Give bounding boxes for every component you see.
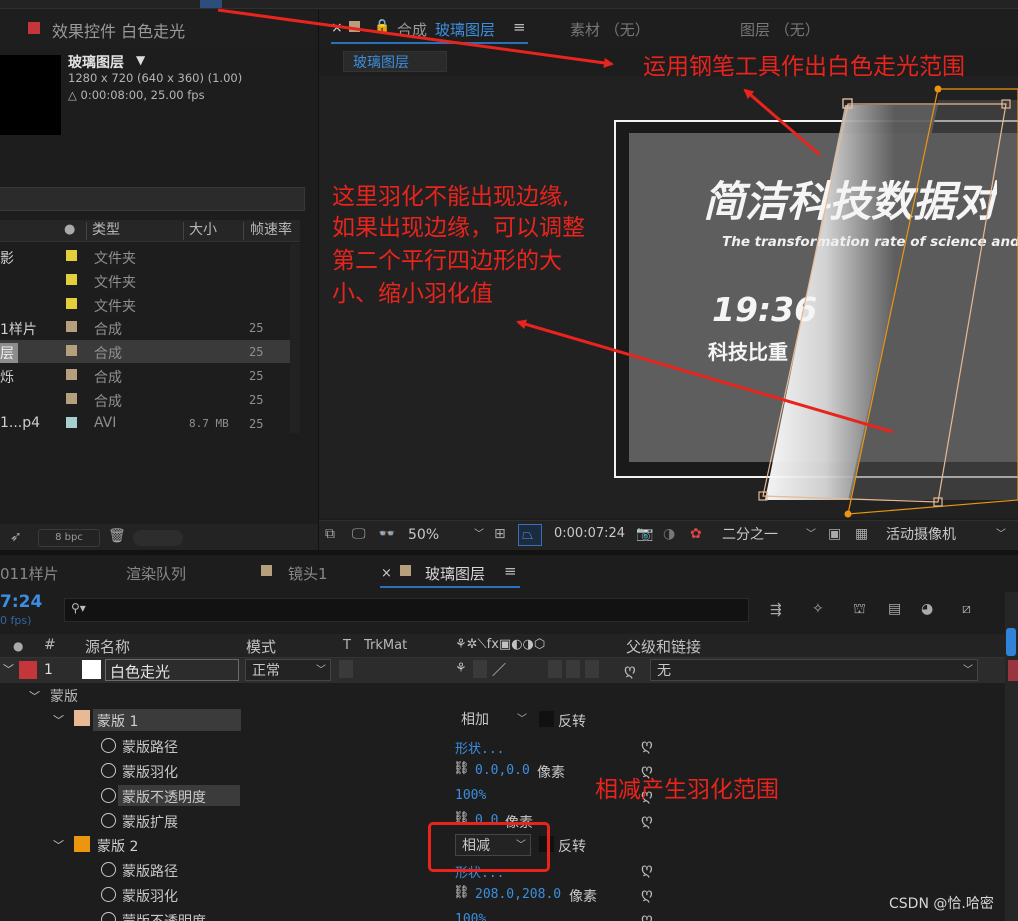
annotation-arrow xyxy=(743,88,821,157)
annotation-feather-l4: 小、缩小羽化值 xyxy=(332,281,493,307)
watermark: CSDN @恰.哈密 xyxy=(889,896,994,912)
annotation-subtract: 相减产生羽化范围 xyxy=(595,777,779,803)
annotation-arrows xyxy=(217,8,894,434)
annotation-feather-l3: 第二个平行四边形的大 xyxy=(332,248,562,274)
annotation-pen-tool: 运用钢笔工具作出白色走光范围 xyxy=(643,54,965,80)
annotation-highlight-box xyxy=(428,822,550,872)
annotation-feather-l2: 如果出现边缘，可以调整 xyxy=(332,215,585,241)
annotation-feather-l1: 这里羽化不能出现边缘, xyxy=(332,184,570,210)
annotation-arrow xyxy=(217,8,614,68)
annotation-arrow xyxy=(516,319,894,434)
